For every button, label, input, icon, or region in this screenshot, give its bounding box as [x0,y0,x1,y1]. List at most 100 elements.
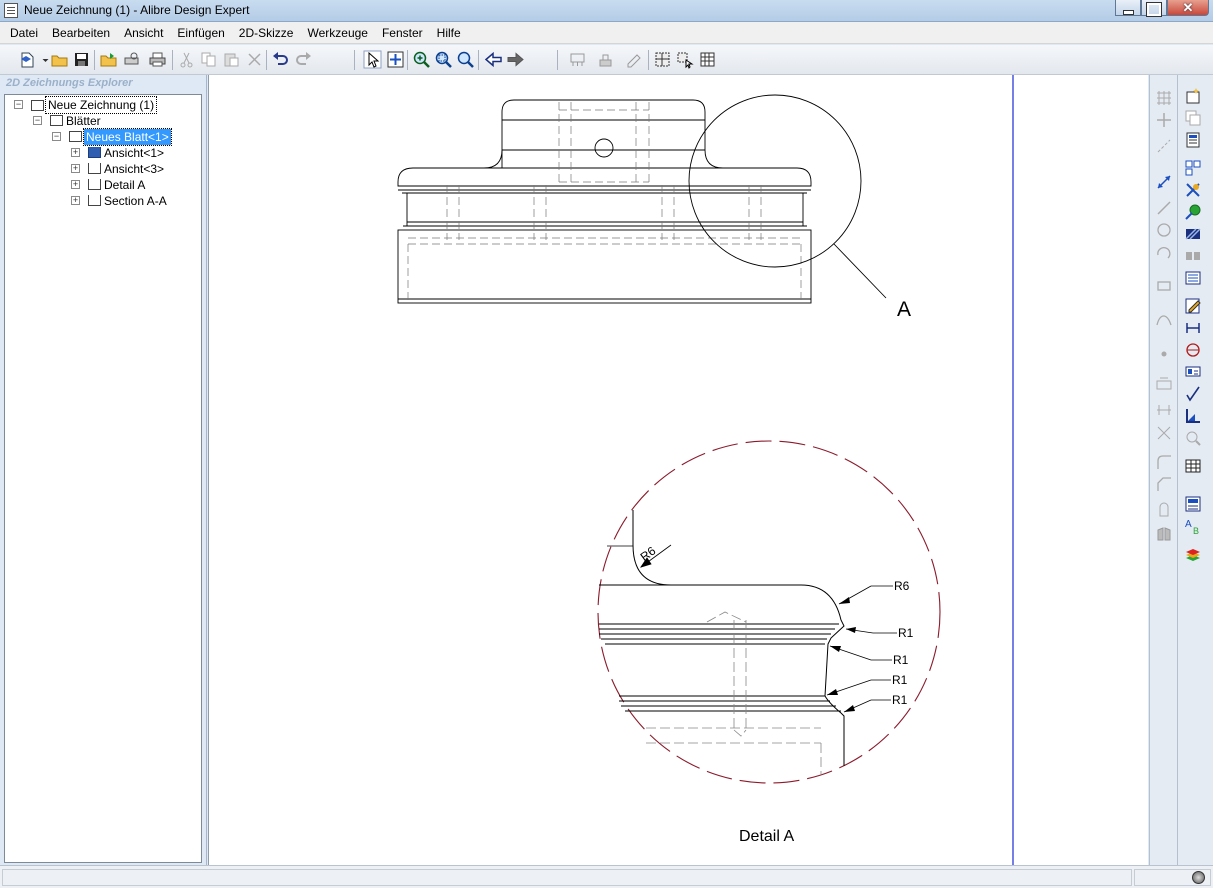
fillet-icon[interactable] [1155,453,1173,471]
centerline-icon[interactable] [1184,341,1202,359]
dimension-r1: R1 [892,673,908,687]
cut-icon[interactable] [177,50,196,69]
title-bar: Neue Zeichnung (1) - Alibre Design Exper… [0,0,1213,22]
trim-icon[interactable] [1155,401,1173,419]
circle-icon[interactable] [1155,221,1173,239]
expand-icon[interactable]: + [71,196,80,205]
layers-icon[interactable] [1184,547,1202,565]
tree-node-sheets[interactable]: − Blätter [5,113,201,129]
drawing-sheet: A R6 R6 R1 R1 R1 R1 Detail A [397,75,1014,865]
sheets-icon [50,115,63,126]
menu-fenster[interactable]: Fenster [375,22,430,44]
redo-icon[interactable] [294,50,313,69]
select-icon[interactable] [363,50,382,69]
point-icon[interactable] [1155,111,1173,129]
delete-icon[interactable] [245,50,264,69]
menu-2d-skizze[interactable]: 2D-Skizze [232,22,301,44]
tree-node-view[interactable]: + Section A-A [5,193,201,209]
chamfer-icon[interactable] [1155,475,1173,493]
drawing-canvas[interactable]: A R6 R6 R1 R1 R1 R1 Detail A [208,75,1148,865]
sketch-grid-icon[interactable] [1155,89,1173,107]
paste-icon[interactable] [222,50,241,69]
edit-annotation-icon[interactable] [1184,297,1202,315]
dimension-tool-icon[interactable] [1155,173,1173,191]
edit-sketch-icon[interactable] [625,50,644,69]
extend-icon[interactable] [1155,424,1173,442]
text-tool-icon[interactable] [1155,375,1173,393]
zoom-all-icon[interactable] [456,50,475,69]
text-icon[interactable]: AB [1184,517,1202,536]
collapse-icon[interactable]: − [14,100,23,109]
mirror-icon[interactable] [1155,525,1173,543]
menu-werkzeuge[interactable]: Werkzeuge [300,22,374,44]
zoom-window-icon[interactable] [434,50,453,69]
new-icon[interactable] [18,50,37,69]
menu-hilfe[interactable]: Hilfe [430,22,468,44]
menu-ansicht[interactable]: Ansicht [117,22,170,44]
detail-view-icon[interactable] [1184,203,1202,221]
collapse-icon[interactable]: − [33,116,42,125]
menu-bearbeiten[interactable]: Bearbeiten [45,22,117,44]
menu-einfuegen[interactable]: Einfügen [170,22,231,44]
hatch-pattern-icon[interactable] [1184,269,1202,287]
tree-node-sheet[interactable]: − Neues Blatt<1> [5,128,201,146]
collapse-icon[interactable]: − [52,132,61,141]
app-icon[interactable] [4,3,18,18]
tree-node-view[interactable]: + Ansicht<3> [5,161,201,177]
balloon-icon[interactable] [1184,429,1202,447]
forward-icon[interactable] [506,50,525,69]
back-icon[interactable] [484,50,503,69]
spline-icon[interactable] [1155,311,1173,329]
copy-icon[interactable] [199,50,218,69]
grid-icon[interactable] [698,50,717,69]
window-title: Neue Zeichnung (1) - Alibre Design Exper… [24,3,250,17]
minimize-button[interactable] [1115,0,1141,16]
open-icon[interactable] [50,50,69,69]
new-sheet-icon[interactable] [1184,87,1202,105]
status-bar [0,865,1213,888]
dimension-icon[interactable] [1184,319,1202,337]
hatch-icon[interactable] [653,50,672,69]
undo-icon[interactable] [271,50,290,69]
tree-node-view[interactable]: + Detail A [5,177,201,193]
expand-icon[interactable]: + [71,164,80,173]
save-icon[interactable] [72,50,91,69]
datum-icon[interactable] [1184,363,1202,381]
new-dropdown-icon[interactable] [36,50,49,69]
table-icon[interactable] [1184,457,1202,475]
select-filter-icon[interactable] [675,50,694,69]
maximize-button[interactable] [1141,0,1167,16]
pan-icon[interactable] [386,50,405,69]
weld-symbol-icon[interactable] [1184,407,1202,425]
broken-view-icon[interactable] [1184,247,1202,265]
stamp-icon[interactable] [596,50,615,69]
zoom-in-icon[interactable] [412,50,431,69]
print-icon[interactable] [148,50,167,69]
node-icon[interactable] [1155,345,1173,363]
rectangle-icon[interactable] [1155,277,1173,295]
expand-icon[interactable]: + [71,180,80,189]
tree-node-view[interactable]: + Ansicht<1> [5,145,201,161]
status-pane-right [1134,869,1211,886]
open-folder-icon[interactable] [99,50,118,69]
offset-icon[interactable] [1155,501,1173,519]
bom-icon[interactable] [1184,495,1202,513]
tree-node-drawing[interactable]: − Neue Zeichnung (1) [5,96,201,114]
standard-views-icon[interactable] [1184,159,1202,177]
expand-icon[interactable]: + [71,148,80,157]
sheet-format-icon[interactable] [1184,131,1202,149]
detail-view[interactable]: R6 R6 R1 R1 R1 R1 [597,440,941,784]
toolbar-separator [266,50,267,70]
close-button[interactable]: ✕ [1167,0,1209,16]
section-view-icon[interactable] [1184,225,1202,243]
view-layout-icon[interactable] [568,50,587,69]
detail-callout[interactable] [688,94,887,299]
reference-line-icon[interactable] [1155,137,1173,155]
menu-datei[interactable]: Datei [3,22,45,44]
line-icon[interactable] [1155,199,1173,217]
surface-finish-icon[interactable] [1184,385,1202,403]
arc-icon[interactable] [1155,243,1173,261]
copy-sheet-icon[interactable] [1184,109,1202,127]
print-preview-icon[interactable] [122,50,141,69]
auxiliary-view-icon[interactable] [1184,181,1202,199]
